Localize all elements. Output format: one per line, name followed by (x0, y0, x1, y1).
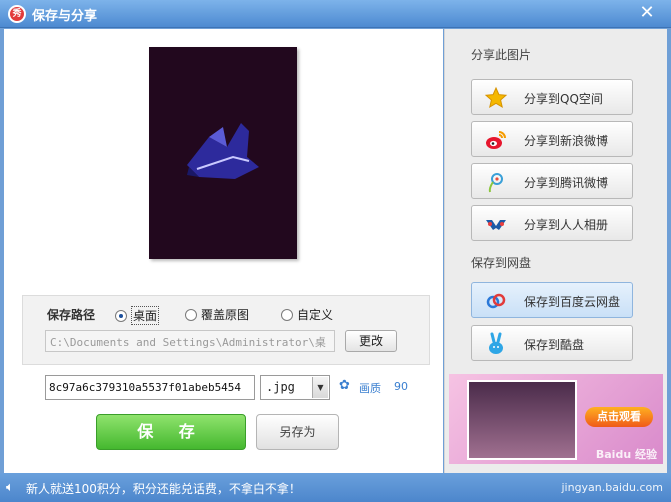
filename-input[interactable]: 8c97a6c379310a5537f01abeb5454 (45, 375, 255, 400)
share-tencent-weibo-button[interactable]: 分享到腾讯微博 (471, 163, 633, 199)
cloud-section-title: 保存到网盘 (471, 256, 532, 270)
ad-watch-button[interactable]: 点击观看 (585, 407, 653, 427)
share-qzone-label: 分享到QQ空间 (524, 92, 603, 106)
share-qzone-button[interactable]: 分享到QQ空间 (471, 79, 633, 115)
ad-banner[interactable]: 点击观看 Baidu 经验 (449, 374, 663, 464)
watermark: Baidu 经验 (595, 448, 657, 461)
rabbit-icon (489, 332, 503, 354)
save-as-button[interactable]: 另存为 (256, 414, 339, 450)
share-sina-weibo-label: 分享到新浪微博 (524, 134, 609, 148)
status-watermark: jingyan.baidu.com (561, 481, 663, 494)
save-path-label: 保存路径 (47, 308, 96, 322)
save-kupan-label: 保存到酷盘 (524, 338, 585, 352)
share-renren-label: 分享到人人相册 (524, 218, 609, 232)
change-path-button[interactable]: 更改 (345, 330, 397, 352)
save-panel: 保存路径 桌面 覆盖原图 自定义 C:\Documents and Settin… (4, 29, 443, 473)
save-path-box: 保存路径 桌面 覆盖原图 自定义 C:\Documents and Settin… (22, 295, 430, 365)
radio-desktop[interactable]: 桌面 (115, 306, 160, 325)
path-input[interactable]: C:\Documents and Settings\Administrator\… (45, 330, 335, 352)
save-kupan-button[interactable]: 保存到酷盘 (471, 325, 633, 361)
radio-dot-overwrite (185, 308, 197, 321)
share-section-title: 分享此图片 (471, 48, 532, 62)
chevron-down-icon: ▼ (312, 377, 328, 398)
save-button[interactable]: 保 存 (96, 414, 246, 450)
preview-artwork (187, 123, 259, 179)
renren-icon (486, 220, 506, 230)
speaker-icon: 🔈︎ (6, 480, 14, 495)
gear-icon[interactable]: ✿ (339, 379, 353, 393)
save-baidu-cloud-label: 保存到百度云网盘 (524, 295, 621, 309)
extension-value: .jpg (266, 380, 295, 394)
quality-label[interactable]: 画质 (359, 380, 381, 396)
radio-custom[interactable]: 自定义 (281, 306, 333, 323)
radio-custom-label: 自定义 (297, 308, 334, 322)
ad-image (467, 380, 577, 460)
radio-dot-desktop (115, 309, 127, 322)
extension-select[interactable]: .jpg ▼ (260, 375, 330, 400)
window-title: 保存与分享 (32, 9, 98, 24)
share-tencent-weibo-label: 分享到腾讯微博 (524, 176, 609, 190)
status-bar: 🔈︎ 新人就送100积分，积分还能兑话费，不拿白不拿！ jingyan.baid… (0, 473, 671, 502)
app-logo-icon: 秀 (8, 5, 26, 23)
radio-overwrite[interactable]: 覆盖原图 (185, 306, 249, 323)
tencent-weibo-icon (488, 173, 503, 193)
share-panel: 分享此图片 分享到QQ空间 分享到新浪微博 分享到腾讯微博 分享到人人相册 保存… (444, 29, 667, 473)
share-renren-button[interactable]: 分享到人人相册 (471, 205, 633, 241)
image-preview (149, 47, 297, 259)
baidu-cloud-icon (486, 293, 506, 309)
status-message[interactable]: 新人就送100积分，积分还能兑话费，不拿白不拿！ (26, 480, 301, 497)
share-sina-weibo-button[interactable]: 分享到新浪微博 (471, 121, 633, 157)
radio-overwrite-label: 覆盖原图 (201, 308, 250, 322)
radio-dot-custom (281, 308, 293, 321)
title-bar: 秀 保存与分享 ✕ (0, 0, 671, 28)
radio-desktop-label: 桌面 (131, 306, 160, 325)
weibo-icon (486, 131, 506, 149)
star-icon (484, 86, 508, 109)
quality-value: 90 (394, 380, 408, 393)
save-baidu-cloud-button[interactable]: 保存到百度云网盘 (471, 282, 633, 318)
close-button[interactable]: ✕ (637, 3, 657, 23)
